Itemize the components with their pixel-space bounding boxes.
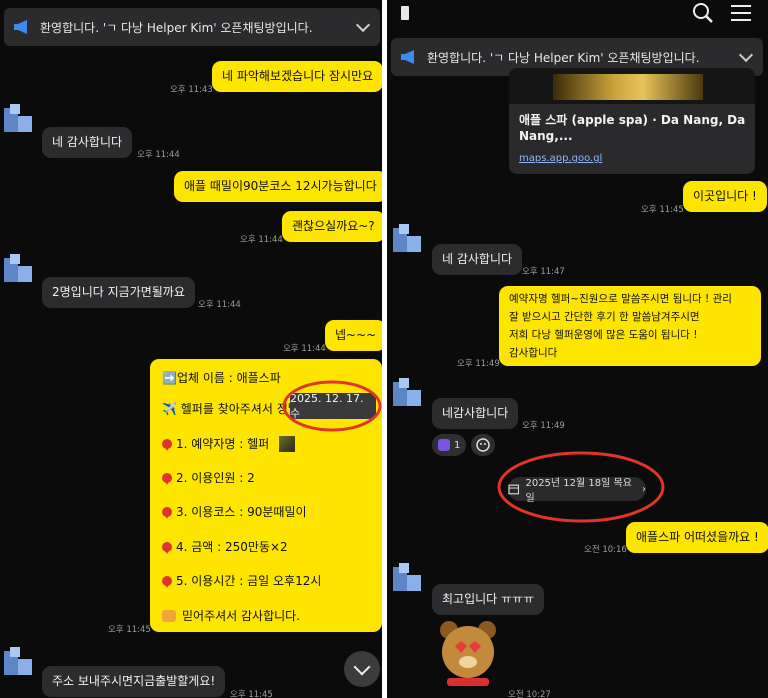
message-bubble: 이곳입니다 ! xyxy=(683,181,767,212)
booking-item: 4. 금액 : 250만동×2 xyxy=(162,538,288,555)
booking-item: 3. 이용코스 : 90분때밀이 xyxy=(162,503,307,520)
link-thumbnail-image xyxy=(553,74,703,100)
thumbs-up-icon xyxy=(438,439,450,451)
message-time: 오후 11:44 xyxy=(283,344,326,354)
message-time: 오후 11:45 xyxy=(641,205,684,215)
booking-item: 2. 이용인원 : 2 xyxy=(162,469,255,486)
scroll-down-button[interactable] xyxy=(344,651,380,687)
message-time: 오후 11:49 xyxy=(522,421,565,431)
pin-icon xyxy=(162,541,172,554)
reaction-like[interactable]: 1 xyxy=(432,434,467,456)
pin-icon xyxy=(162,575,172,588)
message-bubble: 예약자명 헬퍼~진원으로 말씀주시면 됩니다 ! 관리 잘 받으시고 간단한 후… xyxy=(499,286,761,366)
avatar[interactable] xyxy=(389,222,425,258)
message-bubble: 네 파악해보겠습니다 잠시만요 xyxy=(212,61,382,92)
pin-icon xyxy=(162,438,172,451)
message-time: 오전 10:27 xyxy=(508,690,551,698)
message-time: 오후 11:49 xyxy=(457,359,500,369)
message-bubble: 네감사합니다 xyxy=(432,398,519,429)
notice-text: 환영합니다. 'ㄱ 다낭 Helper Kim' 오픈채팅방입니다. xyxy=(40,20,313,35)
message-time: 오후 11:47 xyxy=(522,267,565,277)
notice-text: 환영합니다. 'ㄱ 다낭 Helper Kim' 오픈채팅방입니다. xyxy=(427,50,700,65)
avatar[interactable] xyxy=(0,102,36,138)
message-bubble: 넵~~~ xyxy=(325,320,382,351)
message-time: 오전 10:16 xyxy=(584,545,627,555)
notice-banner[interactable]: 환영합니다. 'ㄱ 다낭 Helper Kim' 오픈채팅방입니다. xyxy=(4,8,380,46)
emoji-add-icon xyxy=(476,438,490,452)
message-time: 오후 11:44 xyxy=(198,300,241,310)
bow-emoji-icon xyxy=(162,609,176,622)
message-time: 오후 11:45 xyxy=(230,690,273,698)
left-chat-screenshot: 환영합니다. 'ㄱ 다낭 Helper Kim' 오픈채팅방입니다. 네 파악해… xyxy=(0,0,382,698)
message-bubble: 애플스파 어떠셨을까요 ! xyxy=(626,522,768,553)
message-bubble: 네 감사합니다 xyxy=(42,127,133,158)
message-bubble: 주소 보내주시면지금출발할게요! xyxy=(42,666,226,697)
chevron-down-icon[interactable] xyxy=(355,17,371,33)
search-icon[interactable] xyxy=(692,2,714,24)
booking-item: 1. 예약자명 : 헬퍼 xyxy=(162,435,296,452)
message-time: 오후 11:44 xyxy=(240,235,283,245)
map-link-card[interactable]: 애플 스파 (apple spa) · Da Nang, Da Nang,...… xyxy=(509,68,755,174)
booking-line: ➡️업체 이름 : 애플스파 xyxy=(162,371,281,385)
message-bubble: 애플 때밀이90분코스 12시가능합니다 xyxy=(174,171,382,202)
message-bubble: 최고입니다 ㅠㅠㅠ xyxy=(432,584,545,615)
booking-line: 믿어주셔서 감사합니다. xyxy=(162,607,300,624)
menu-icon[interactable] xyxy=(731,4,751,22)
message-time: 오후 11:43 xyxy=(170,85,213,95)
pin-icon xyxy=(162,472,172,485)
red-circle-annotation xyxy=(497,451,665,523)
link-url[interactable]: maps.app.goo.gl xyxy=(519,153,602,164)
megaphone-icon xyxy=(14,20,30,34)
message-time: 오후 11:45 xyxy=(108,625,151,635)
pin-icon xyxy=(162,506,172,519)
message-bubble: 2명입니다 지금가면될까요 xyxy=(42,277,195,308)
avatar[interactable] xyxy=(0,252,36,288)
message-bubble: 괜찮으실까요~? xyxy=(282,211,382,242)
right-chat-screenshot: 환영합니다. 'ㄱ 다낭 Helper Kim' 오픈채팅방입니다. 애플 스파… xyxy=(387,0,768,698)
chevron-down-icon[interactable] xyxy=(738,47,754,63)
megaphone-icon xyxy=(401,50,417,64)
emoticon-sticker xyxy=(440,621,496,686)
avatar[interactable] xyxy=(389,376,425,412)
status-icon xyxy=(401,6,409,20)
link-title: 애플 스파 (apple spa) · Da Nang, Da Nang,... xyxy=(519,113,746,143)
message-time: 오후 11:44 xyxy=(137,150,180,160)
emoji-icon xyxy=(279,435,296,452)
red-circle-annotation xyxy=(282,380,382,432)
avatar[interactable] xyxy=(389,561,425,597)
message-bubble: 네 감사합니다 xyxy=(432,244,523,275)
booking-line: ✈️ 헬퍼를 찾아주셔서 정말 xyxy=(162,402,299,416)
avatar[interactable] xyxy=(0,645,36,681)
add-reaction-button[interactable] xyxy=(471,434,495,456)
booking-item: 5. 이용시간 : 금일 오후12시 xyxy=(162,572,321,589)
